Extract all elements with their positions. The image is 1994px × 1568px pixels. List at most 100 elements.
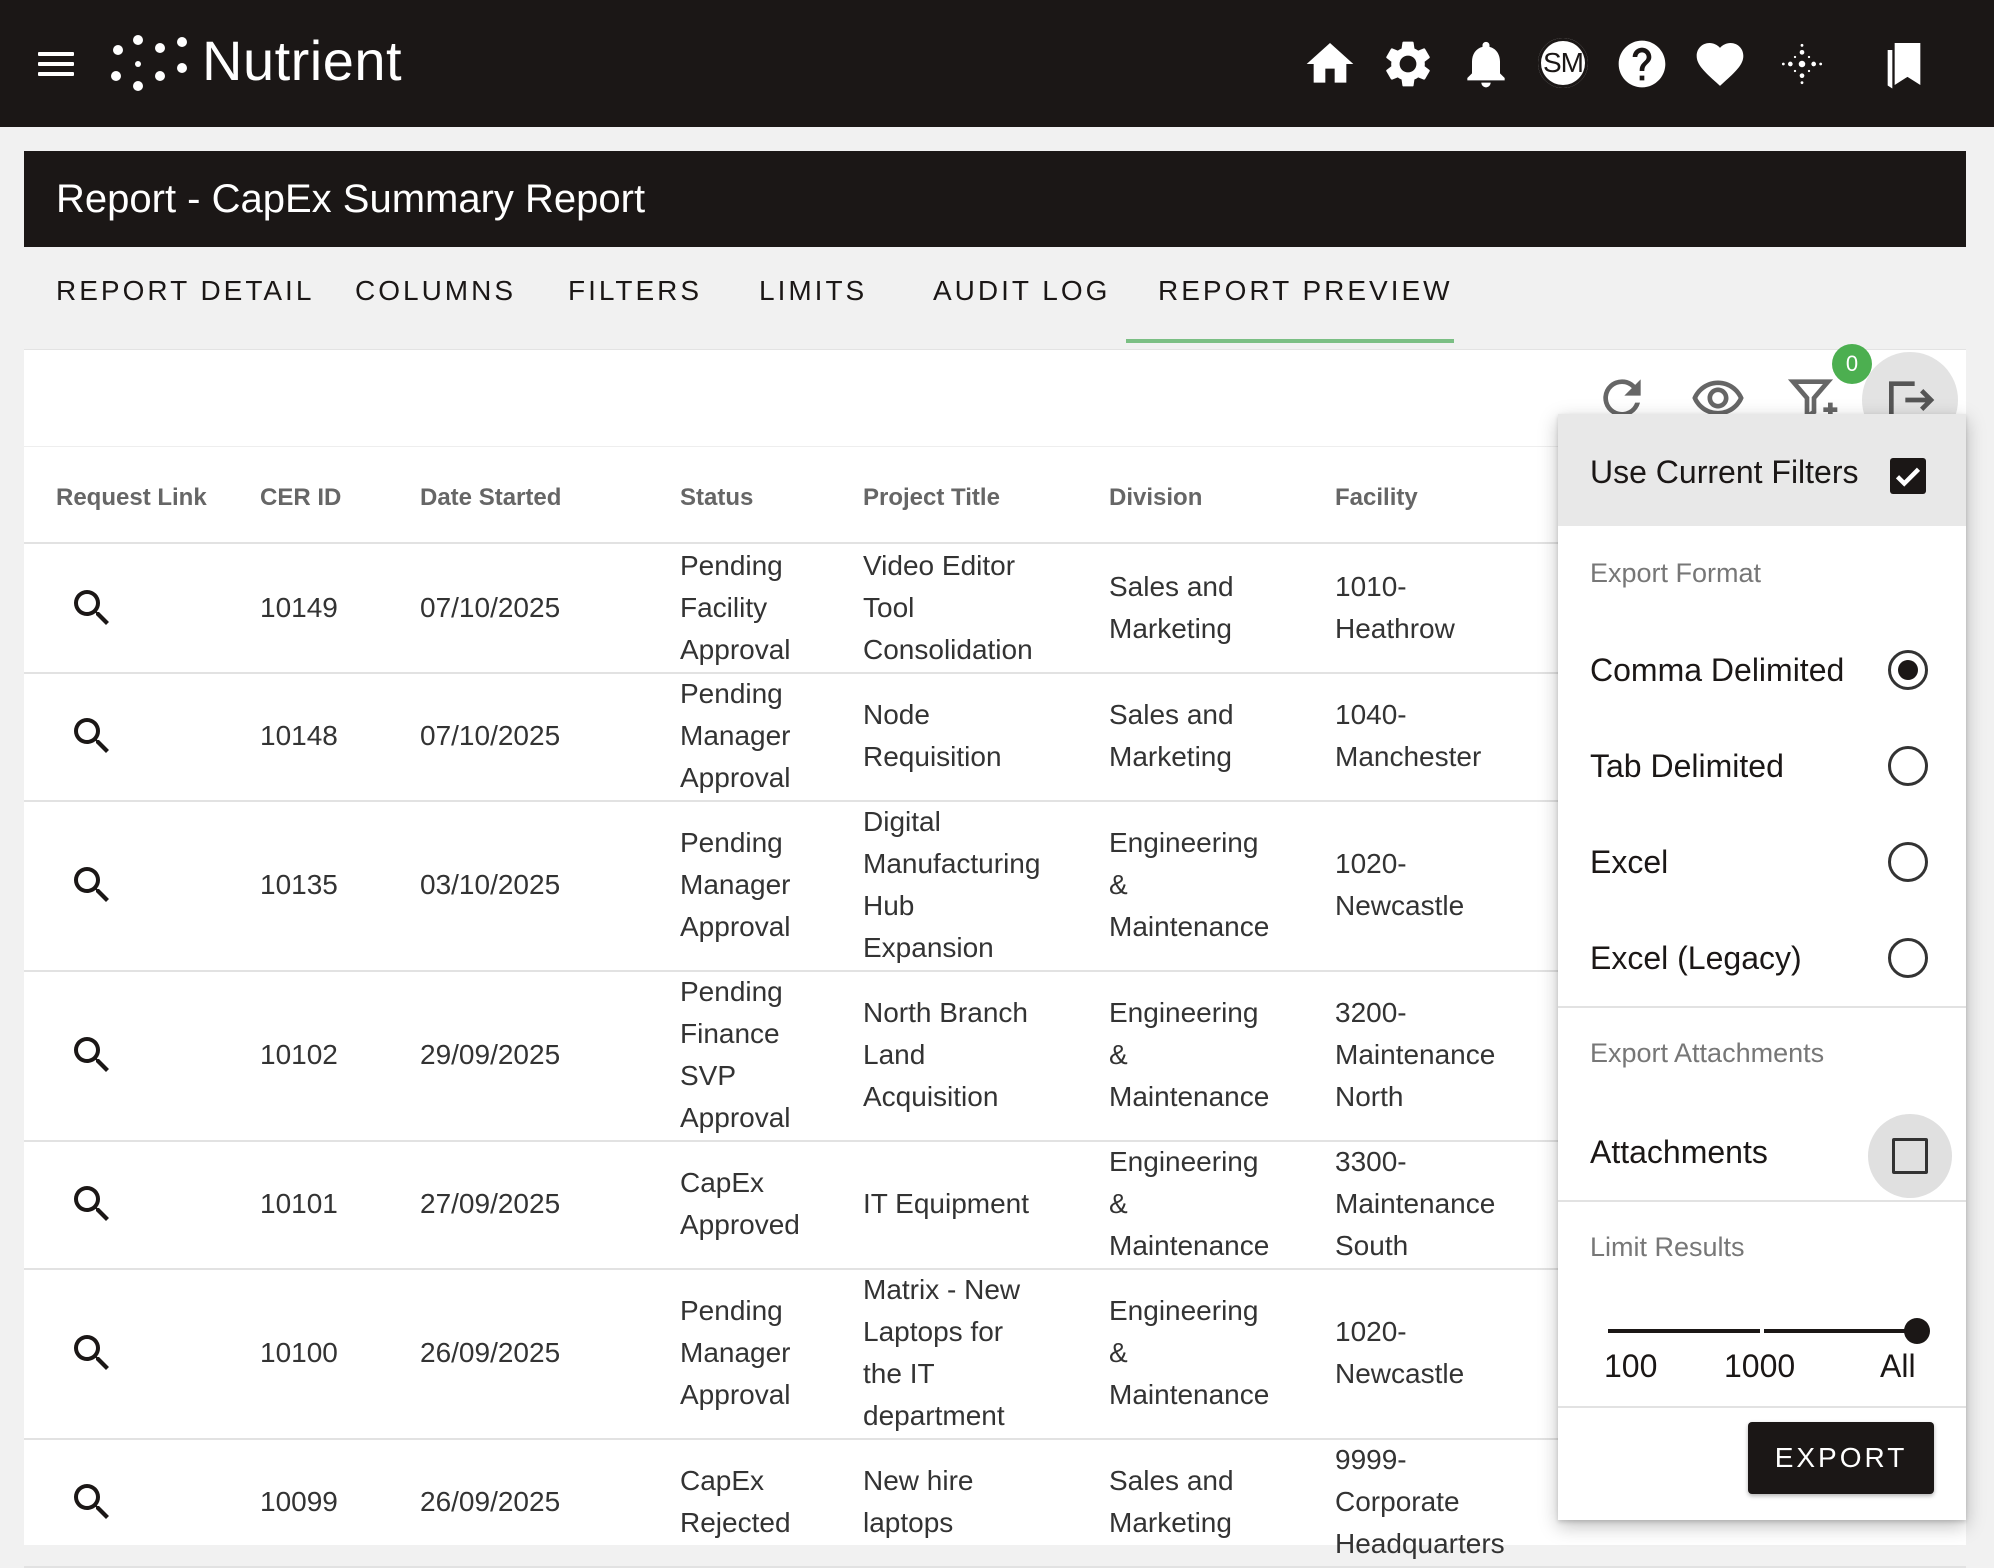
- division-cell-line: &: [1109, 1337, 1128, 1368]
- division-cell-line: Marketing: [1109, 741, 1232, 772]
- title-cell-line: Manufacturing: [863, 848, 1041, 879]
- page-title: Report - CapEx Summary Report: [56, 177, 646, 221]
- facility-cell-line: 3300-: [1335, 1146, 1407, 1177]
- limit-option-100[interactable]: 100: [1604, 1348, 1657, 1385]
- cer-id-cell: 10149: [260, 592, 338, 623]
- column-header-cer-id[interactable]: CER ID: [260, 484, 341, 512]
- request-link-search-icon[interactable]: [68, 861, 116, 909]
- facility-cell-line: South: [1335, 1230, 1409, 1261]
- division-cell-line: Engineering: [1109, 1295, 1259, 1326]
- division-cell-line: Maintenance: [1109, 1230, 1270, 1261]
- title-cell-line: Node: [863, 699, 930, 730]
- request-link-search-icon[interactable]: [68, 584, 116, 632]
- title-cell-line: IT Equipment: [863, 1188, 1030, 1219]
- use-current-filters-row[interactable]: Use Current Filters: [1558, 414, 1966, 526]
- request-link-search-icon[interactable]: [68, 1329, 116, 1377]
- status-cell-line: Manager: [680, 720, 791, 751]
- title-cell-line: Requisition: [863, 741, 1002, 772]
- division-cell-line: Maintenance: [1109, 1379, 1270, 1410]
- column-header-division[interactable]: Division: [1109, 484, 1202, 512]
- facility-cell-line: 1020-: [1335, 848, 1407, 879]
- export-submit-button[interactable]: EXPORT: [1748, 1422, 1934, 1494]
- sparkle-network-icon[interactable]: [1774, 36, 1830, 92]
- export-format-heading: Export Format: [1590, 558, 1762, 588]
- division-cell-line: &: [1109, 1188, 1128, 1219]
- tab-filters[interactable]: FILTERS: [568, 275, 702, 307]
- title-cell-line: Acquisition: [863, 1081, 999, 1112]
- request-link-search-icon[interactable]: [68, 1031, 116, 1079]
- division-cell-line: Sales and: [1109, 571, 1234, 602]
- tab-report-preview[interactable]: REPORT PREVIEW: [1158, 275, 1453, 307]
- limit-option-all[interactable]: All: [1880, 1348, 1916, 1385]
- division-cell-line: Marketing: [1109, 613, 1232, 644]
- date-started-cell: 29/09/2025: [420, 1039, 561, 1070]
- request-link-search-icon[interactable]: [68, 712, 116, 760]
- format-option-comma-delimited[interactable]: Comma Delimited: [1590, 652, 1844, 689]
- limit-option-1000[interactable]: 1000: [1724, 1348, 1795, 1385]
- column-header-facility[interactable]: Facility: [1335, 484, 1418, 512]
- division-cell-line: Maintenance: [1109, 1081, 1270, 1112]
- report-tabs: REPORT DETAIL COLUMNS FILTERS LIMITS AUD…: [24, 247, 1966, 347]
- cer-id-cell: 10135: [260, 869, 338, 900]
- request-link-search-icon[interactable]: [68, 1478, 116, 1526]
- column-header-date-started[interactable]: Date Started: [420, 484, 561, 512]
- division-cell-line: &: [1109, 1039, 1128, 1070]
- use-current-filters-label: Use Current Filters: [1590, 454, 1859, 490]
- date-started-cell: 26/09/2025: [420, 1486, 561, 1517]
- facility-cell-line: Newcastle: [1335, 1358, 1465, 1389]
- tab-audit-log[interactable]: AUDIT LOG: [933, 275, 1110, 307]
- user-avatar[interactable]: SM: [1538, 38, 1588, 88]
- title-cell-line: Digital: [863, 806, 941, 837]
- radio-excel[interactable]: [1888, 842, 1928, 882]
- title-cell-line: North Branch: [863, 997, 1028, 1028]
- attachments-checkbox-wrapper[interactable]: [1868, 1114, 1952, 1198]
- column-header-status[interactable]: Status: [680, 484, 753, 512]
- facility-cell-line: Corporate: [1335, 1486, 1460, 1517]
- date-started-cell: 26/09/2025: [420, 1337, 561, 1368]
- status-cell-line: Approval: [680, 762, 791, 793]
- title-cell-line: Matrix - New: [863, 1274, 1021, 1305]
- tab-columns[interactable]: COLUMNS: [355, 275, 516, 307]
- use-current-filters-checkbox[interactable]: [1890, 458, 1926, 494]
- date-started-cell: 27/09/2025: [420, 1188, 561, 1219]
- attachments-label: Attachments: [1590, 1134, 1768, 1170]
- cer-id-cell: 10148: [260, 720, 338, 751]
- help-icon[interactable]: [1614, 36, 1670, 92]
- status-cell-line: SVP: [680, 1060, 737, 1091]
- attachments-checkbox[interactable]: [1892, 1138, 1928, 1174]
- title-cell-line: Consolidation: [863, 634, 1033, 665]
- notifications-bell-icon[interactable]: [1458, 36, 1514, 92]
- tab-report-detail[interactable]: REPORT DETAIL: [56, 275, 314, 307]
- facility-cell-line: North: [1335, 1081, 1404, 1112]
- request-link-search-icon[interactable]: [68, 1180, 116, 1228]
- status-cell-line: Rejected: [680, 1507, 791, 1538]
- format-option-tab-delimited[interactable]: Tab Delimited: [1590, 748, 1784, 785]
- division-cell-line: Maintenance: [1109, 911, 1270, 942]
- title-cell-line: laptops: [863, 1507, 954, 1538]
- settings-gear-icon[interactable]: [1380, 36, 1436, 92]
- facility-cell-line: 9999-: [1335, 1444, 1407, 1475]
- format-option-excel[interactable]: Excel: [1590, 844, 1668, 881]
- home-icon[interactable]: [1302, 36, 1358, 92]
- title-cell-line: Video Editor: [863, 550, 1016, 581]
- title-cell-line: Tool: [863, 592, 915, 623]
- status-cell-line: Pending: [680, 976, 783, 1007]
- bookmarks-icon[interactable]: [1876, 36, 1932, 92]
- title-cell-line: New hire: [863, 1465, 974, 1496]
- status-cell-line: Approval: [680, 911, 791, 942]
- format-option-excel-legacy[interactable]: Excel (Legacy): [1590, 940, 1802, 977]
- title-cell-line: Hub: [863, 890, 915, 921]
- column-header-project-title[interactable]: Project Title: [863, 484, 1000, 512]
- status-cell-line: Approval: [680, 1379, 791, 1410]
- tab-limits[interactable]: LIMITS: [759, 275, 867, 307]
- radio-comma-delimited[interactable]: [1888, 650, 1928, 690]
- facility-cell-line: Maintenance: [1335, 1188, 1496, 1219]
- radio-excel-legacy[interactable]: [1888, 938, 1928, 978]
- limit-slider-thumb[interactable]: [1904, 1318, 1930, 1344]
- title-cell-line: department: [863, 1400, 1005, 1431]
- date-started-cell: 07/10/2025: [420, 720, 561, 751]
- column-header-request-link[interactable]: Request Link: [56, 484, 207, 512]
- facility-cell-line: Newcastle: [1335, 890, 1465, 921]
- favorites-heart-icon[interactable]: [1692, 36, 1748, 92]
- radio-tab-delimited[interactable]: [1888, 746, 1928, 786]
